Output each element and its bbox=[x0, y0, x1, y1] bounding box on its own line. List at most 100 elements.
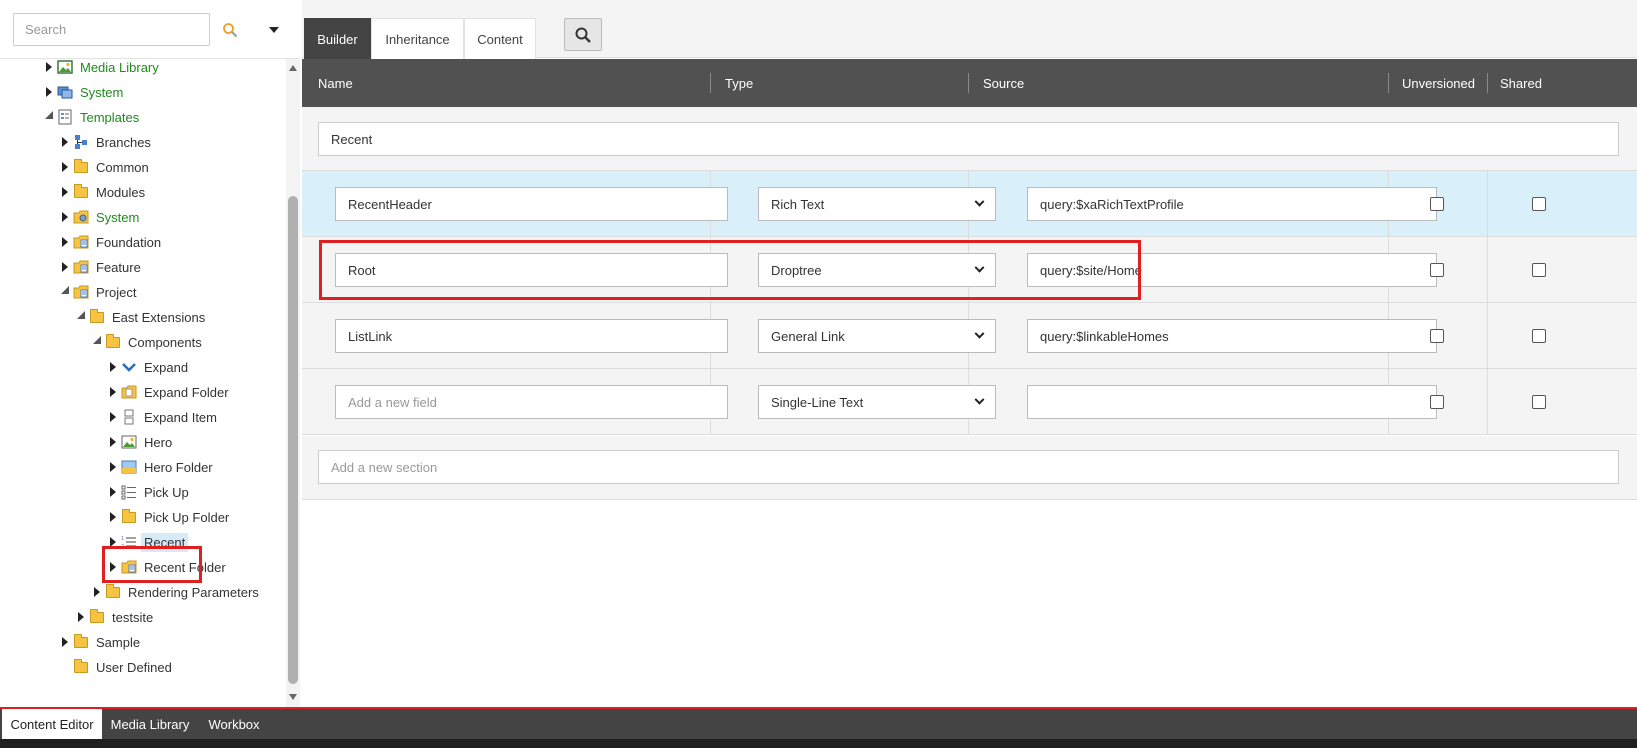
section-row bbox=[302, 107, 1637, 171]
tree-node-media-library[interactable]: Media Library bbox=[41, 59, 162, 78]
annotation-highlight-box bbox=[319, 240, 1141, 300]
image-icon bbox=[121, 434, 137, 450]
column-divider bbox=[1487, 73, 1488, 93]
tree-node-pick-up[interactable]: Pick Up bbox=[105, 481, 192, 503]
expand-arrow-icon[interactable] bbox=[105, 381, 121, 403]
search-button[interactable] bbox=[213, 13, 247, 46]
column-header-source: Source bbox=[983, 75, 1025, 91]
expand-arrow-icon[interactable] bbox=[57, 256, 73, 278]
unversioned-checkbox[interactable] bbox=[1430, 197, 1444, 211]
tree-node-feature[interactable]: Feature bbox=[57, 256, 144, 278]
tree-node-hero-folder[interactable]: Hero Folder bbox=[105, 456, 216, 478]
tree-node-label: Project bbox=[96, 284, 137, 300]
scroll-up-icon[interactable] bbox=[289, 65, 297, 71]
shared-checkbox[interactable] bbox=[1532, 197, 1546, 211]
expand-arrow-icon[interactable] bbox=[105, 406, 121, 428]
tree-node-expand[interactable]: Expand bbox=[105, 356, 191, 378]
tree-node-label: Feature bbox=[96, 259, 141, 275]
tab-workbox[interactable]: Workbox bbox=[198, 709, 270, 739]
scroll-down-icon[interactable] bbox=[289, 694, 297, 700]
tab-content-editor[interactable]: Content Editor bbox=[2, 709, 102, 739]
column-header-unversioned: Unversioned bbox=[1402, 75, 1475, 91]
expand-arrow-icon[interactable] bbox=[105, 456, 121, 478]
collapse-arrow-icon[interactable] bbox=[73, 306, 89, 328]
expand-arrow-icon[interactable] bbox=[57, 131, 73, 153]
scroll-thumb[interactable] bbox=[288, 196, 298, 684]
tree-node-testsite[interactable]: testsite bbox=[73, 606, 156, 628]
expand-arrow-icon[interactable] bbox=[105, 481, 121, 503]
field-name-input[interactable] bbox=[335, 319, 728, 353]
field-name-input[interactable] bbox=[335, 187, 728, 221]
unversioned-checkbox[interactable] bbox=[1430, 395, 1444, 409]
search-options-button[interactable] bbox=[262, 13, 286, 46]
tree-node-east-extensions[interactable]: East Extensions bbox=[73, 306, 208, 328]
tree-node-common[interactable]: Common bbox=[57, 156, 152, 178]
tree-node-foundation[interactable]: Foundation bbox=[57, 231, 164, 253]
expand-arrow-icon[interactable] bbox=[105, 431, 121, 453]
new-section-input[interactable] bbox=[318, 450, 1619, 484]
new-field-source-input[interactable] bbox=[1027, 385, 1437, 419]
collapse-arrow-icon[interactable] bbox=[57, 281, 73, 303]
collapse-arrow-icon[interactable] bbox=[41, 106, 57, 128]
tab-content[interactable]: Content bbox=[464, 18, 536, 59]
system-icon bbox=[57, 84, 73, 100]
tree-node-user-defined[interactable]: User Defined bbox=[57, 656, 175, 678]
system-folder-icon bbox=[73, 209, 89, 225]
shared-checkbox[interactable] bbox=[1532, 329, 1546, 343]
expand-arrow-icon[interactable] bbox=[105, 356, 121, 378]
chevron-down-icon bbox=[974, 328, 985, 339]
tree-node-branches[interactable]: Branches bbox=[57, 131, 154, 153]
new-field-name-input[interactable] bbox=[335, 385, 728, 419]
field-source-input[interactable] bbox=[1027, 319, 1437, 353]
tab-builder[interactable]: Builder bbox=[304, 18, 371, 59]
tree-node-label: Templates bbox=[80, 109, 140, 125]
expand-arrow-icon[interactable] bbox=[57, 631, 73, 653]
tab-inheritance[interactable]: Inheritance bbox=[371, 18, 464, 59]
collapse-arrow-icon[interactable] bbox=[89, 331, 105, 353]
branches-icon bbox=[73, 134, 89, 150]
tree-node-templates[interactable]: Templates bbox=[41, 106, 142, 128]
tree-node-components[interactable]: Components bbox=[89, 331, 205, 353]
folder-icon bbox=[73, 183, 89, 200]
tree-node-label: Pick Up Folder bbox=[144, 509, 230, 525]
builder-search-button[interactable] bbox=[564, 18, 602, 51]
expand-arrow-icon[interactable] bbox=[73, 606, 89, 628]
tree-node-pick-up-folder[interactable]: Pick Up Folder bbox=[105, 506, 232, 528]
expand-arrow-icon[interactable] bbox=[89, 581, 105, 603]
tree-node-hero[interactable]: Hero bbox=[105, 431, 175, 453]
field-type-value: Rich Text bbox=[771, 196, 825, 212]
section-name-input[interactable] bbox=[318, 122, 1619, 156]
search-input[interactable] bbox=[13, 13, 210, 46]
expand-arrow-icon[interactable] bbox=[57, 156, 73, 178]
tree-node-project[interactable]: Project bbox=[57, 281, 139, 303]
tree-node-expand-item[interactable]: Expand Item bbox=[105, 406, 220, 428]
shared-checkbox[interactable] bbox=[1532, 395, 1546, 409]
content-tree-panel: Media Library System Templates Branches Comm… bbox=[0, 0, 300, 708]
chevron-down-icon bbox=[974, 394, 985, 405]
field-source-input[interactable] bbox=[1027, 187, 1437, 221]
shared-checkbox[interactable] bbox=[1532, 263, 1546, 277]
tree-node-system[interactable]: System bbox=[41, 81, 126, 103]
expand-arrow-icon[interactable] bbox=[41, 59, 57, 78]
template-builder-panel: Builder Inheritance Content Name Type So… bbox=[302, 0, 1637, 708]
tree-node-modules[interactable]: Modules bbox=[57, 181, 148, 203]
tree-node-label: Foundation bbox=[96, 234, 162, 250]
tree-node-sample[interactable]: Sample bbox=[57, 631, 143, 653]
column-divider bbox=[1388, 73, 1389, 93]
tree-node-expand-folder[interactable]: Expand Folder bbox=[105, 381, 232, 403]
field-type-select[interactable]: Rich Text bbox=[758, 187, 996, 221]
expand-arrow-icon[interactable] bbox=[41, 81, 57, 103]
folder-icon bbox=[121, 508, 137, 525]
unversioned-checkbox[interactable] bbox=[1430, 263, 1444, 277]
unversioned-checkbox[interactable] bbox=[1430, 329, 1444, 343]
new-field-type-select[interactable]: Single-Line Text bbox=[758, 385, 996, 419]
tree-scrollbar[interactable] bbox=[286, 59, 300, 708]
field-type-select[interactable]: General Link bbox=[758, 319, 996, 353]
expand-arrow-icon[interactable] bbox=[57, 231, 73, 253]
tree-node-system[interactable]: System bbox=[57, 206, 142, 228]
expand-arrow-icon[interactable] bbox=[105, 506, 121, 528]
expand-arrow-icon[interactable] bbox=[57, 181, 73, 203]
expand-arrow-icon[interactable] bbox=[57, 206, 73, 228]
tab-media-library[interactable]: Media Library bbox=[102, 709, 198, 739]
tree-node-rendering-parameters[interactable]: Rendering Parameters bbox=[89, 581, 262, 603]
